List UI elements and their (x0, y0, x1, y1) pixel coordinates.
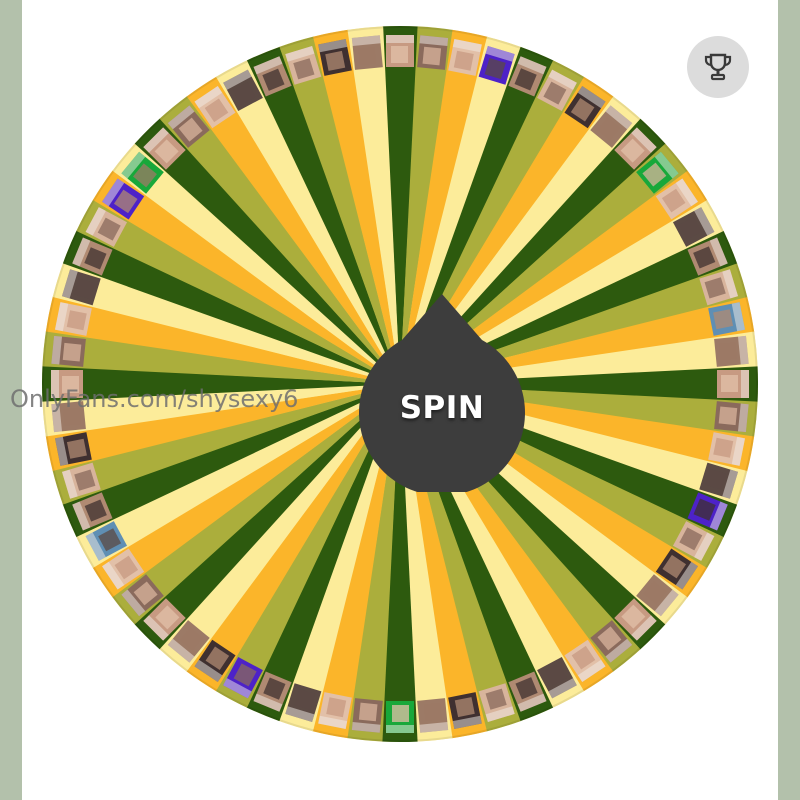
prize-wheel[interactable]: SPIN (42, 26, 758, 742)
segment-thumbnail (714, 335, 749, 367)
segment-thumbnail (386, 701, 414, 733)
segment-thumbnail (417, 35, 449, 70)
leaderboard-button[interactable] (687, 36, 749, 98)
segment-thumbnail (717, 370, 749, 398)
segment-thumbnail (386, 35, 414, 67)
segment-thumbnail (51, 335, 86, 367)
trophy-icon (704, 53, 732, 81)
segment-thumbnail (714, 401, 749, 433)
spin-button[interactable]: SPIN (359, 294, 525, 492)
segment-thumbnail (351, 698, 383, 733)
spin-button-label: SPIN (399, 390, 485, 426)
watermark-text: OnlyFans.com/shysexy6 (10, 385, 299, 413)
segment-thumbnail (417, 698, 449, 733)
segment-thumbnail (351, 35, 383, 70)
